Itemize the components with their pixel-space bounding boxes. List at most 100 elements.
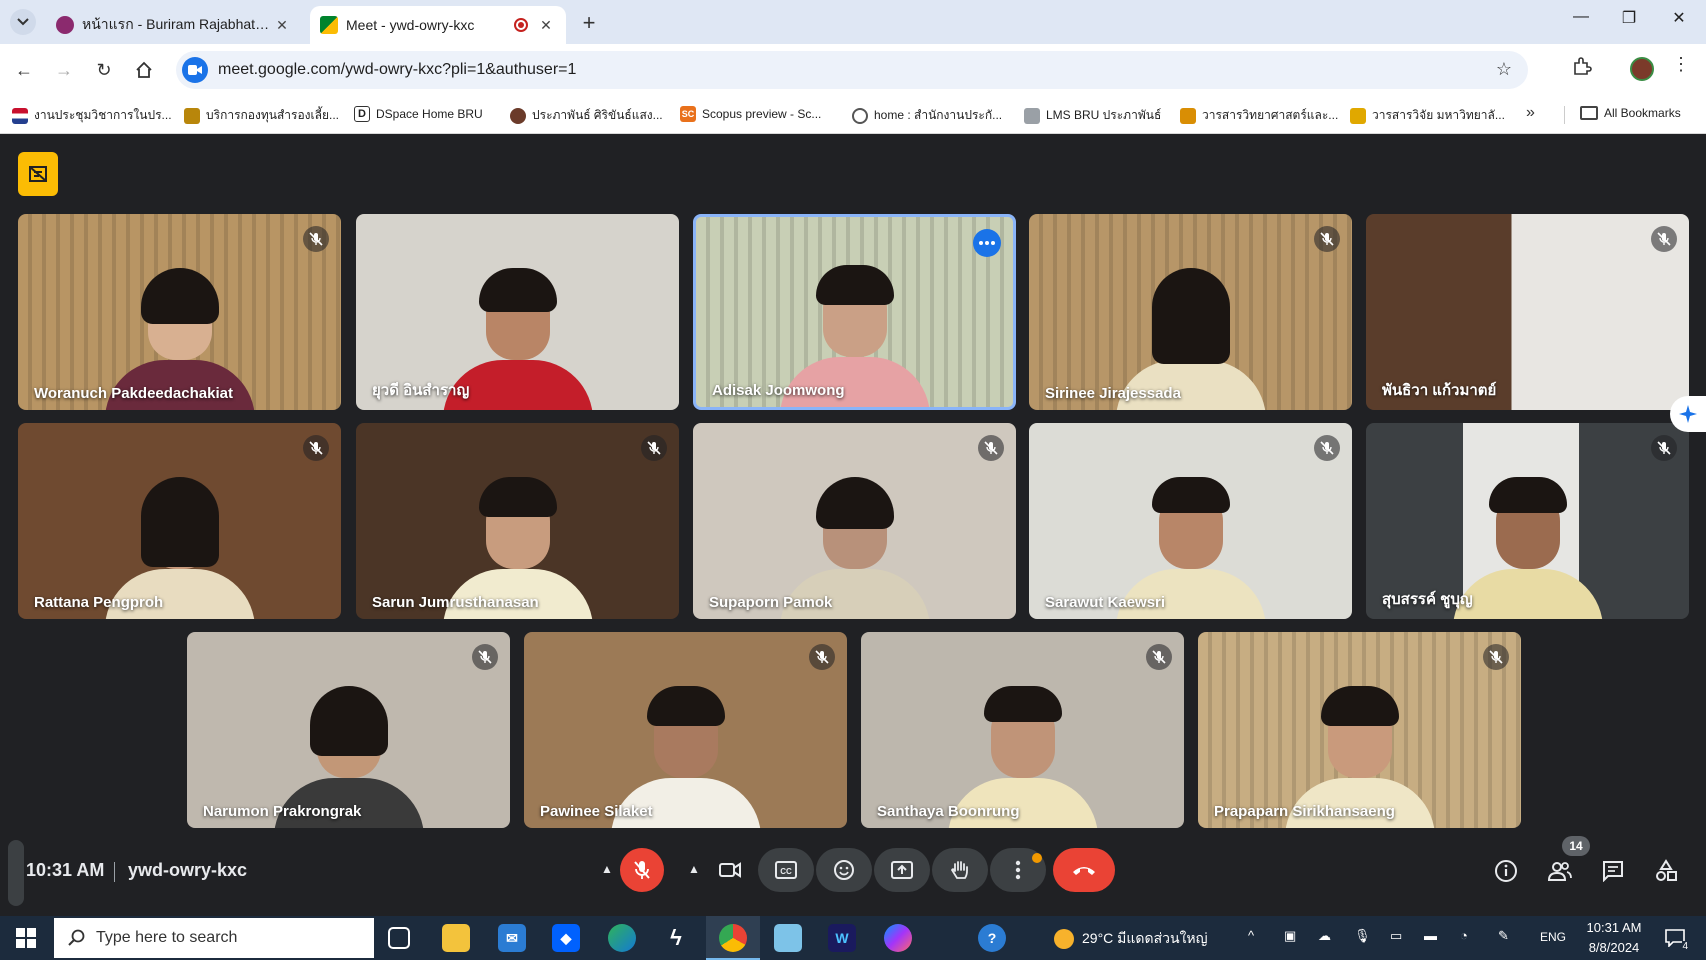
reload-button[interactable]: ↻ bbox=[90, 56, 118, 84]
tab-meet[interactable]: Meet - ywd-owry-kxc ✕ bbox=[310, 6, 566, 44]
home-button[interactable] bbox=[130, 56, 158, 84]
camera-toggle-button[interactable] bbox=[708, 848, 752, 892]
browser-menu-icon[interactable]: ⋮ bbox=[1672, 54, 1690, 75]
participant-tile[interactable]: Narumon Prakrongrak bbox=[187, 632, 510, 828]
edge-browser-icon[interactable] bbox=[608, 924, 636, 952]
bookmark-label: ประภาพันธ์ ศิริขันธ์แสง... bbox=[532, 108, 663, 122]
bookmark-item[interactable]: วารสารวิจัย มหาวิทยาลั... bbox=[1350, 106, 1505, 125]
microphone-tray-icon[interactable]: 🎙 bbox=[1354, 928, 1371, 944]
address-bar[interactable]: meet.google.com/ywd-owry-kxc?pli=1&authu… bbox=[176, 51, 1528, 89]
tab-search-button[interactable] bbox=[10, 9, 36, 35]
people-button[interactable] bbox=[1545, 856, 1575, 886]
wifi-icon[interactable]: ◔ bbox=[1460, 928, 1468, 943]
participant-tile[interactable]: Sarawut Kaewsri bbox=[1029, 423, 1352, 619]
participant-tile[interactable]: Santhaya Boonrung bbox=[861, 632, 1184, 828]
taskbar-clock[interactable]: 10:31 AM 8/8/2024 bbox=[1574, 918, 1654, 958]
bookmark-item[interactable]: งานประชุมวิชาการในปร... bbox=[12, 106, 172, 125]
participant-tile[interactable]: Sarun Jumrusthanasan bbox=[356, 423, 679, 619]
all-bookmarks-button[interactable]: All Bookmarks bbox=[1580, 106, 1681, 120]
tab-buriram[interactable]: หน้าแรก - Buriram Rajabhat Univ ✕ bbox=[46, 6, 302, 44]
windows-start-button[interactable] bbox=[16, 928, 36, 953]
bookmark-favicon-icon bbox=[1024, 107, 1040, 124]
divider bbox=[114, 862, 115, 882]
battery-icon[interactable]: ▬ bbox=[1424, 928, 1437, 943]
video-options-caret-icon[interactable]: ▲ bbox=[688, 862, 700, 876]
participant-tile[interactable]: ยุวดี อินสำราญ bbox=[356, 214, 679, 410]
site-info-icon[interactable] bbox=[182, 57, 208, 83]
bookmark-item[interactable]: home : สำนักงานประกั... bbox=[852, 106, 1002, 125]
no-video-icon bbox=[29, 166, 47, 182]
bookmark-item[interactable]: วารสารวิทยาศาสตร์และ... bbox=[1180, 106, 1338, 125]
mail-icon[interactable]: ✉ bbox=[498, 924, 526, 952]
mic-off-icon bbox=[1146, 644, 1172, 670]
forward-button[interactable]: → bbox=[50, 56, 78, 84]
more-options-icon[interactable] bbox=[973, 229, 1001, 257]
panel-drag-handle[interactable] bbox=[8, 840, 24, 906]
display-icon[interactable]: ▭ bbox=[1390, 928, 1402, 944]
participant-tile[interactable]: Rattana Pengproh bbox=[18, 423, 341, 619]
present-screen-button[interactable] bbox=[874, 848, 930, 892]
search-icon bbox=[68, 929, 85, 946]
notepad-icon[interactable] bbox=[774, 924, 802, 952]
clock-date: 8/8/2024 bbox=[1588, 940, 1640, 955]
bookmark-item[interactable]: D DSpace Home BRU bbox=[354, 106, 483, 122]
show-hidden-icons-icon[interactable]: ^ bbox=[1248, 928, 1254, 943]
messenger-icon[interactable] bbox=[884, 924, 912, 952]
close-tab-icon[interactable]: ✕ bbox=[272, 17, 292, 34]
action-center-button[interactable]: 4 bbox=[1660, 924, 1690, 952]
search-placeholder: Type here to search bbox=[96, 929, 238, 946]
help-icon[interactable]: ? bbox=[978, 924, 1006, 952]
close-tab-icon[interactable]: ✕ bbox=[536, 17, 556, 34]
captions-button[interactable]: CC bbox=[758, 848, 814, 892]
more-bookmarks-icon[interactable]: » bbox=[1526, 104, 1535, 122]
extensions-icon[interactable] bbox=[1572, 56, 1592, 81]
bookmark-item[interactable]: LMS BRU ประภาพันธ์ bbox=[1024, 106, 1161, 125]
restore-icon[interactable]: ❐ bbox=[1614, 8, 1644, 28]
back-button[interactable]: ← bbox=[10, 56, 38, 84]
meeting-details-button[interactable] bbox=[1491, 856, 1521, 886]
leave-call-button[interactable] bbox=[1053, 848, 1115, 892]
file-explorer-icon[interactable] bbox=[442, 924, 470, 952]
input-language[interactable]: ENG bbox=[1540, 930, 1566, 944]
bookmark-item[interactable]: ประภาพันธ์ ศิริขันธ์แสง... bbox=[510, 106, 663, 125]
participant-tile[interactable]: Supaporn Pamok bbox=[693, 423, 1016, 619]
participant-tile[interactable]: พันธิวา แก้วมาตย์ bbox=[1366, 214, 1689, 410]
chrome-icon[interactable] bbox=[719, 924, 747, 952]
minimize-icon[interactable]: — bbox=[1566, 8, 1596, 26]
close-window-icon[interactable]: ✕ bbox=[1664, 8, 1694, 28]
bookmark-star-icon[interactable]: ☆ bbox=[1496, 59, 1512, 80]
onedrive-icon[interactable]: ☁ bbox=[1318, 928, 1331, 944]
pen-icon[interactable]: ✎ bbox=[1498, 928, 1509, 944]
meet-now-icon[interactable]: ▣ bbox=[1284, 928, 1296, 944]
audio-options-caret-icon[interactable]: ▲ bbox=[601, 862, 613, 876]
profile-avatar[interactable] bbox=[1630, 57, 1654, 81]
bookmark-item[interactable]: บริการกองทุนสำรองเลี้ย... bbox=[184, 106, 339, 125]
participant-name: ยุวดี อินสำราญ bbox=[372, 382, 470, 399]
participant-tile[interactable]: Woranuch Pakdeedachakiat bbox=[18, 214, 341, 410]
microphone-toggle-button[interactable] bbox=[620, 848, 664, 892]
participant-tile-active-speaker[interactable]: Adisak Joomwong bbox=[693, 214, 1016, 410]
activities-button[interactable] bbox=[1651, 856, 1681, 886]
captions-off-badge[interactable] bbox=[18, 152, 58, 196]
mic-off-icon bbox=[1651, 226, 1677, 252]
webex-icon[interactable]: W bbox=[828, 924, 856, 952]
new-tab-button[interactable]: + bbox=[578, 10, 600, 36]
weather-widget[interactable]: 29°C มีแดดส่วนใหญ่ bbox=[1054, 928, 1208, 950]
buriram-favicon-icon bbox=[56, 16, 74, 34]
taskbar-search-box[interactable]: Type here to search bbox=[54, 918, 374, 958]
bookmark-label: งานประชุมวิชาการในปร... bbox=[34, 108, 172, 122]
reactions-button[interactable] bbox=[816, 848, 872, 892]
raise-hand-button[interactable] bbox=[932, 848, 988, 892]
gemini-sparkle-icon[interactable] bbox=[1670, 396, 1706, 432]
participant-tile[interactable]: Sirinee Jirajessada bbox=[1029, 214, 1352, 410]
bookmark-label: วารสารวิทยาศาสตร์และ... bbox=[1202, 108, 1339, 122]
chat-button[interactable] bbox=[1598, 856, 1628, 886]
terminal-bolt-icon[interactable]: ϟ bbox=[662, 924, 690, 952]
participant-tile[interactable]: สุบสรรค์ ชูบุญ bbox=[1366, 423, 1689, 619]
task-view-icon[interactable] bbox=[388, 927, 410, 949]
participant-tile[interactable]: Pawinee Silaket bbox=[524, 632, 847, 828]
dropbox-icon[interactable]: ◆ bbox=[552, 924, 580, 952]
bookmark-label: วารสารวิจัย มหาวิทยาลั... bbox=[1372, 108, 1505, 122]
participant-tile[interactable]: Prapaparn Sirikhansaeng bbox=[1198, 632, 1521, 828]
bookmark-item[interactable]: SC Scopus preview - Sc... bbox=[680, 106, 821, 122]
